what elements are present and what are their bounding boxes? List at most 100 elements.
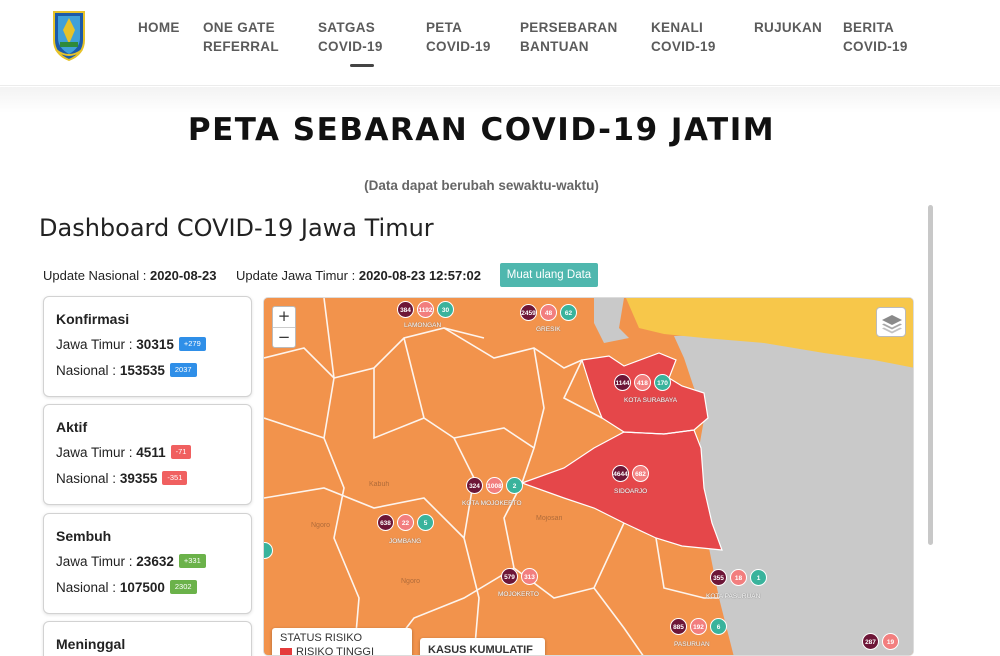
marker-city-label: KOTA MOJOKERTO [462,500,522,507]
marker-confirmed: 324 [466,477,483,494]
delta-badge: +331 [178,554,206,568]
marker-confirmed: 355 [710,569,727,586]
marker-active: 1192 [417,301,434,318]
nav-active-indicator [350,64,374,67]
marker-recovered: 1 [750,569,767,586]
covid-map[interactable]: Kabuh Ngoro Mojosari Ngoro 384 1192 30 L… [263,297,914,656]
navbar: HOME ONE GATE REFERRAL SATGAS COVID-19 PET… [0,0,1000,86]
marker-confirmed: 885 [670,618,687,635]
card-meninggal: Meninggal [43,621,252,656]
delta-badge: -351 [162,471,188,485]
jatim-value: 30315 [136,337,174,352]
jatim-logo[interactable] [50,10,88,62]
update-jatim-label: Update Jawa Timur : [236,268,356,283]
jatim-value: 23632 [136,554,174,569]
nav-label-line2: COVID-19 [651,39,716,54]
delta-badge: 2037 [169,363,197,377]
marker-active: 18 [730,569,747,586]
jatim-label: Jawa Timur : [56,445,133,460]
marker-recovered: 2 [506,477,523,494]
nav-persebaran-bantuan[interactable]: PERSEBARAN BANTUAN [520,18,618,56]
marker-active: 192 [690,618,707,635]
nav-label-line2: COVID-19 [843,39,908,54]
nav-label-line1: RUJUKAN [754,20,823,35]
zoom-out-button[interactable]: − [273,327,295,347]
nasional-label: Nasional : [56,580,117,595]
marker-recovered: 5 [417,514,434,531]
nav-home[interactable]: HOME [138,18,180,37]
header-shadow-band [0,87,1000,113]
marker-confirmed: 2459 [520,304,537,321]
nav-satgas-covid[interactable]: SATGAS COVID-19 [318,18,383,56]
nav-label-line2: COVID-19 [318,39,383,54]
marker-recovered: 6 [710,618,727,635]
nav-label-line1: SATGAS [318,20,376,35]
reload-data-button[interactable]: Muat ulang Data [500,263,598,287]
nav-label-line1: BERITA [843,20,895,35]
card-konfirmasi: Konfirmasi Jawa Timur : 30315 +279 Nasion… [43,296,252,397]
marker-active: 418 [634,374,651,391]
kasus-kumulatif-box[interactable]: KASUS KUMULATIF [420,638,545,655]
marker-city-label: PASURUAN [674,641,710,648]
marker-confirmed: 4644 [612,465,629,482]
nav-home-label: HOME [138,20,180,35]
nasional-value: 39355 [119,471,158,486]
marker-recovered: 30 [437,301,454,318]
nav-label-line2: REFERRAL [203,39,279,54]
update-nasional-value: 2020-08-23 [149,268,217,283]
marker-city-label: KOTA PASURUAN [706,593,761,600]
marker-confirmed: 579 [501,568,518,585]
zoom-in-button[interactable]: + [273,307,295,327]
delta-badge: 2302 [169,580,197,594]
jatim-label: Jawa Timur : [56,554,133,569]
delta-badge: +279 [178,337,206,351]
marker-confirmed: 287 [862,633,879,650]
nav-rujukan[interactable]: RUJUKAN [754,18,822,37]
nav-label-line2: BANTUAN [520,39,589,54]
layers-icon [882,315,902,334]
nasional-value: 153535 [119,363,165,378]
page-scrollbar[interactable] [928,205,933,545]
card-nasional-line: Nasional : 153535 2037 [56,363,197,378]
card-nasional-line: Nasional : 39355 -351 [56,471,188,486]
nav-label-line1: PERSEBARAN [520,20,618,35]
map-place-label: Ngoro [311,522,331,529]
card-title: Meninggal [56,636,126,652]
delta-badge: -71 [170,445,192,459]
nav-label-line1: KENALI [651,20,704,35]
marker-city-label: JOMBANG [389,538,422,545]
legend-status-risiko: STATUS RISIKO RISIKO TINGGI [272,628,412,656]
nav-kenali-covid[interactable]: KENALI COVID-19 [651,18,716,56]
marker-active: 48 [540,304,557,321]
card-title: Sembuh [56,528,112,544]
jatim-value: 4511 [136,445,166,460]
map-place-label: Mojosari [536,515,563,522]
card-jatim-line: Jawa Timur : 23632 +331 [56,554,206,569]
marker-recovered: 170 [654,374,671,391]
layers-button[interactable] [876,307,906,337]
page-subtitle: (Data dapat berubah sewaktu-waktu) [364,178,599,193]
card-jatim-line: Jawa Timur : 30315 +279 [56,337,206,352]
update-jatim: Update Jawa Timur : 2020-08-23 12:57:02 [236,268,481,283]
marker-city-label: GRESIK [536,326,561,333]
nasional-label: Nasional : [56,471,117,486]
marker-active: 22 [397,514,414,531]
legend-swatch-high [280,648,292,655]
legend-label-high: RISIKO TINGGI [296,646,375,656]
marker-active: 682 [632,465,649,482]
marker-active: 313 [521,568,538,585]
marker-confirmed: 638 [377,514,394,531]
nasional-label: Nasional : [56,363,117,378]
nav-label-line1: ONE GATE [203,20,275,35]
card-sembuh: Sembuh Jawa Timur : 23632 +331 Nasional :… [43,513,252,614]
card-jatim-line: Jawa Timur : 4511 -71 [56,445,192,460]
marker-active: 1008 [486,477,503,494]
map-regions [264,298,913,655]
dashboard-title: Dashboard COVID-19 Jawa Timur [39,214,434,242]
legend-title: STATUS RISIKO [280,632,363,644]
nav-one-gate-referral[interactable]: ONE GATE REFERRAL [203,18,279,56]
nav-peta-covid[interactable]: PETA COVID-19 [426,18,491,56]
nav-berita-covid[interactable]: BERITA COVID-19 [843,18,908,56]
nav-label-line1: PETA [426,20,463,35]
zoom-control: + − [272,306,296,348]
